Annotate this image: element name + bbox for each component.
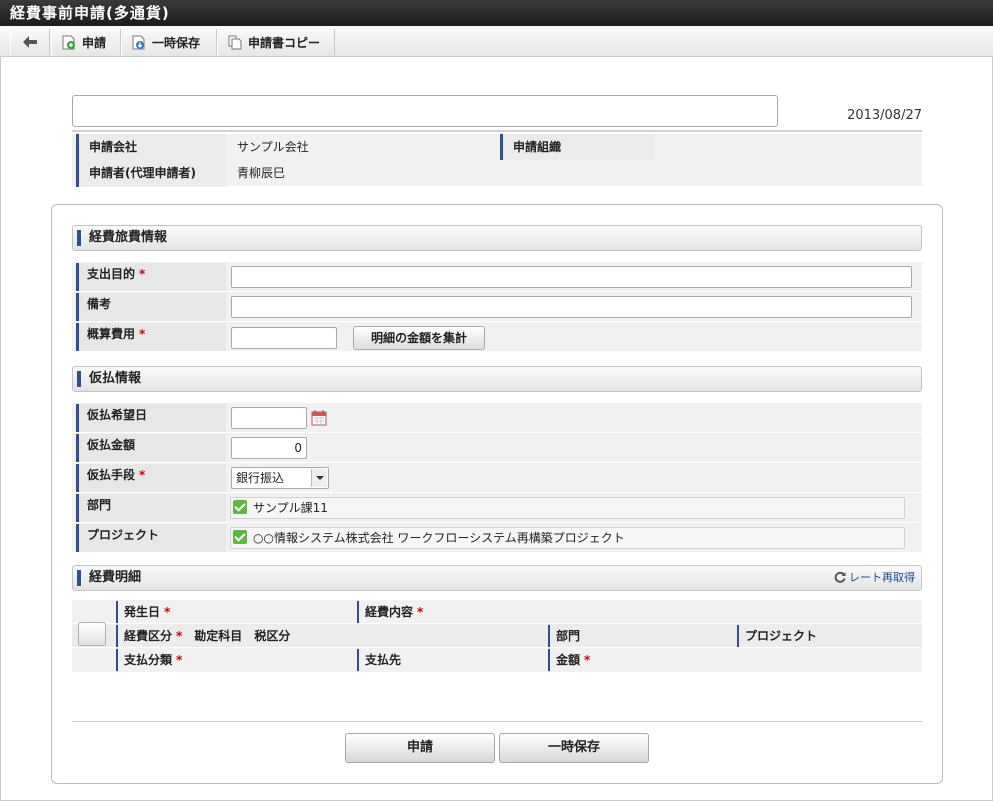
project-row: プロジェクト ○○情報システム株式会社 ワークフローシステム再構築プロジェクト <box>72 523 922 553</box>
advance-amount-row: 仮払金額 0 <box>72 433 922 463</box>
detail-pay-class: 支払分類 * <box>116 649 182 671</box>
advance-method-label: 仮払手段 * <box>76 464 226 492</box>
copy-icon <box>228 35 242 50</box>
advance-amount-label: 仮払金額 <box>76 434 226 462</box>
advance-title: 仮払情報 <box>89 371 142 386</box>
estimate-label: 概算費用 * <box>76 323 226 351</box>
project-label: プロジェクト <box>76 524 226 552</box>
purpose-input[interactable] <box>231 266 912 288</box>
applicant-label: 申請者(代理申請者) <box>76 160 226 187</box>
advance-date-row: 仮払希望日 <box>72 403 922 433</box>
application-date: 2013/08/27 <box>847 108 922 123</box>
advance-method-select[interactable]: 銀行振込 <box>231 467 329 489</box>
apply-label: 申請 <box>82 35 107 50</box>
advance-section: 仮払情報 <box>72 366 922 392</box>
footer-apply-button[interactable]: 申請 <box>345 733 495 763</box>
detail-category: 経費区分 * 勘定科目 税区分 <box>116 625 290 647</box>
detail-header-row-3 <box>72 648 922 672</box>
detail-section: 経費明細 レート再取得 <box>72 565 922 591</box>
required-mark: * <box>139 468 146 482</box>
company-label: 申請会社 <box>76 134 226 161</box>
temp-save-label: 一時保存 <box>152 35 201 50</box>
copy-button[interactable]: 申請書コピー <box>217 29 335 55</box>
advance-amount-input[interactable]: 0 <box>231 437 307 459</box>
detail-project: プロジェクト <box>737 625 817 647</box>
detail-occur-date: 発生日 * <box>116 601 170 623</box>
required-mark: * <box>176 653 183 667</box>
advance-date-input[interactable] <box>231 407 307 429</box>
detail-table-header: 発生日 * 経費内容 * 経費区分 * 勘定科目 税区分 部門 プロジェクト 支払分類 * … <box>72 600 922 672</box>
sum-details-button[interactable]: 明細の金額を集計 <box>353 326 485 350</box>
copy-label: 申請書コピー <box>248 35 321 50</box>
advance-date-label: 仮払希望日 <box>76 404 226 432</box>
purpose-row: 支出目的 * <box>72 262 922 292</box>
select-all-checkbox[interactable] <box>78 622 106 646</box>
estimate-input[interactable] <box>231 327 337 349</box>
apply-button[interactable]: 申請 <box>51 29 121 55</box>
dept-row: 部門 サンプル課11 <box>72 493 922 523</box>
header-row-company: 申請会社 サンプル会社 申請組織 <box>72 134 922 161</box>
refresh-icon <box>834 571 846 583</box>
estimate-row: 概算費用 * 明細の金額を集計 <box>72 322 922 352</box>
note-label: 備考 <box>76 293 226 321</box>
document-add-icon <box>62 35 76 50</box>
purpose-label: 支出目的 * <box>76 263 226 291</box>
detail-account: 勘定科目 <box>194 629 243 643</box>
window-title: 経費事前申請(多通貨) <box>0 0 993 26</box>
required-mark: * <box>139 327 146 341</box>
document-save-icon <box>132 35 146 50</box>
detail-tax: 税区分 <box>254 629 291 643</box>
note-row: 備考 <box>72 292 922 322</box>
company-value: サンプル会社 <box>237 140 309 154</box>
toolbar: 申請 一時保存 申請書コピー <box>0 26 993 57</box>
arrow-left-icon <box>23 36 37 48</box>
dept-check-icon[interactable] <box>233 500 247 514</box>
footer-temp-save-button[interactable]: 一時保存 <box>499 733 649 763</box>
document-title-input[interactable] <box>72 95 778 127</box>
expense-info-title: 経費旅費情報 <box>89 230 168 245</box>
applicant-value: 青柳辰巳 <box>237 166 286 180</box>
detail-payee: 支払先 <box>357 649 401 671</box>
header-divider <box>72 130 922 132</box>
header-row-applicant: 申請者(代理申請者) 青柳辰巳 <box>72 160 922 187</box>
temp-save-button[interactable]: 一時保存 <box>121 29 217 55</box>
calendar-icon[interactable] <box>311 409 327 426</box>
dept-value: サンプル課11 <box>230 497 905 519</box>
detail-dept: 部門 <box>548 625 580 647</box>
detail-header-row-1 <box>72 600 922 624</box>
detail-content: 経費内容 * <box>357 601 423 623</box>
footer-divider <box>72 721 922 722</box>
detail-title: 経費明細 <box>89 570 142 585</box>
note-input[interactable] <box>231 296 912 318</box>
back-button[interactable] <box>10 29 50 55</box>
advance-method-row: 仮払手段 * 銀行振込 <box>72 463 922 493</box>
advance-method-value: 銀行振込 <box>236 471 285 485</box>
dept-label: 部門 <box>76 494 226 522</box>
detail-amount: 金額 * <box>548 649 590 671</box>
required-mark: * <box>176 629 183 643</box>
project-value: ○○情報システム株式会社 ワークフローシステム再構築プロジェクト <box>230 527 905 549</box>
required-mark: * <box>164 605 171 619</box>
chevron-down-icon <box>311 469 327 487</box>
required-mark: * <box>417 605 424 619</box>
expense-info-section: 経費旅費情報 <box>72 225 922 251</box>
required-mark: * <box>584 653 591 667</box>
org-label: 申請組織 <box>500 134 655 161</box>
refresh-rate-link[interactable]: レート再取得 <box>834 566 915 590</box>
required-mark: * <box>139 267 146 281</box>
project-check-icon[interactable] <box>233 530 247 544</box>
